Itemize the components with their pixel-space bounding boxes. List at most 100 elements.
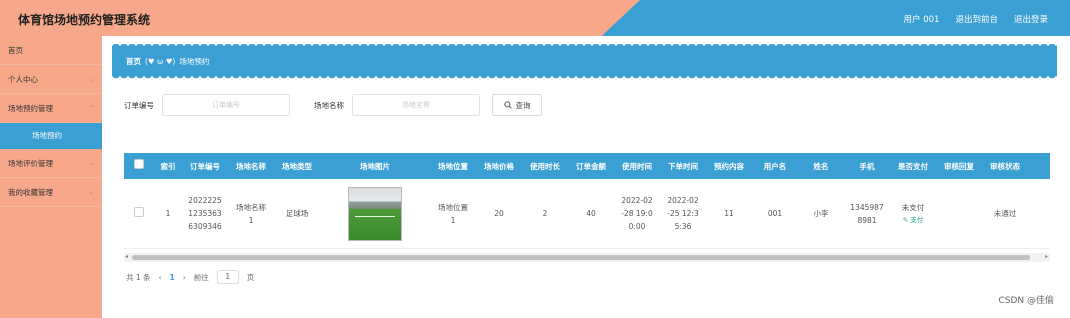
cell-status: 未通过 bbox=[993, 209, 1017, 218]
cell-use-time: 2022-02 -28 19:0 0:00 bbox=[614, 194, 660, 233]
cell-amount: 40 bbox=[586, 209, 596, 218]
cell-line: 场地位置 bbox=[438, 202, 468, 212]
pay-link[interactable]: ✎ 支付 bbox=[890, 214, 936, 227]
top-header: 体育馆场地预约管理系统 用户 001 退出到前台 退出登录 bbox=[0, 0, 1070, 36]
page-unit-label: 页 bbox=[246, 272, 255, 282]
cell-line: 2022-02 bbox=[667, 196, 699, 205]
total-count: 共 1 条 bbox=[126, 272, 151, 282]
cell-line: 1235363 bbox=[188, 209, 222, 218]
cell-line: 场地名称 bbox=[236, 202, 266, 212]
cell-line: 2022-02 bbox=[621, 196, 653, 205]
cell-venue-image bbox=[320, 186, 430, 241]
scroll-left-icon[interactable]: ◂ bbox=[125, 253, 128, 260]
paid-status: 未支付 bbox=[901, 202, 925, 212]
col-header: 使用时间 bbox=[622, 161, 652, 171]
booking-table: 索引 订单编号 场地名称 场地类型 场地图片 场地位置 场地价格 使用时长 订单… bbox=[124, 153, 1050, 249]
cell-line: 5:36 bbox=[674, 222, 692, 231]
col-header: 审核状态 bbox=[990, 161, 1020, 171]
col-header: 场地名称 bbox=[236, 161, 266, 171]
next-page-icon[interactable]: › bbox=[183, 273, 186, 282]
row-select-cell bbox=[124, 206, 154, 221]
sidebar: 首页 个人中心 ⌄ 场地预约管理 ⌃ 场地预约 场地评价管理 ⌄ 我的收藏管理 ⌄ bbox=[0, 36, 102, 318]
chevron-down-icon: ⌄ bbox=[88, 188, 94, 196]
search-button-label: 查询 bbox=[515, 100, 531, 110]
pay-link-label: 支付 bbox=[910, 215, 924, 224]
breadcrumb-emote: (♥ ω ♥) bbox=[145, 56, 176, 66]
cell-venue-name: 场地名称 1 bbox=[228, 201, 274, 227]
sidebar-item-favorites-management[interactable]: 我的收藏管理 ⌄ bbox=[0, 178, 102, 207]
sidebar-subitem-venue-booking[interactable]: 场地预约 bbox=[0, 123, 102, 149]
sidebar-item-home[interactable]: 首页 bbox=[0, 36, 102, 65]
col-header: 场地类型 bbox=[282, 161, 312, 171]
goto-page-input[interactable]: 1 bbox=[216, 270, 239, 284]
page-number[interactable]: 1 bbox=[170, 273, 175, 282]
goto-label: 前往 bbox=[193, 272, 209, 282]
sidebar-item-label: 首页 bbox=[8, 46, 23, 55]
cell-duration: 2 bbox=[542, 209, 548, 218]
col-header: 场地图片 bbox=[360, 161, 390, 171]
sidebar-item-label: 我的收藏管理 bbox=[8, 188, 53, 197]
col-header: 使用时长 bbox=[530, 161, 560, 171]
logout-link[interactable]: 退出登录 bbox=[1014, 13, 1048, 25]
chevron-up-icon: ⌃ bbox=[88, 104, 94, 112]
scroll-right-icon[interactable]: ▸ bbox=[1045, 253, 1048, 260]
horizontal-scrollbar[interactable]: ◂ ▸ bbox=[124, 253, 1050, 262]
col-header: 用户名 bbox=[763, 161, 787, 171]
col-header: 手机 bbox=[859, 161, 875, 171]
header-select-all[interactable] bbox=[124, 159, 154, 173]
sidebar-item-booking-management[interactable]: 场地预约管理 ⌃ bbox=[0, 94, 102, 123]
select-all-checkbox[interactable] bbox=[134, 159, 144, 169]
cell-line: 1 bbox=[248, 215, 254, 225]
cell-phone: 1345987 8981 bbox=[844, 201, 890, 227]
back-to-front-link[interactable]: 退出到前台 bbox=[955, 13, 998, 25]
search-icon bbox=[503, 101, 512, 109]
cell-line: 6309346 bbox=[188, 222, 222, 231]
breadcrumb-home[interactable]: 首页 bbox=[126, 56, 141, 67]
col-header: 订单金额 bbox=[576, 161, 606, 171]
col-header: 订单编号 bbox=[190, 161, 220, 171]
cell-content: 11 bbox=[724, 209, 734, 218]
cell-order-number: 2022225 1235363 6309346 bbox=[182, 194, 228, 233]
cell-line: 8981 bbox=[857, 215, 877, 225]
watermark: CSDN @佳偷 bbox=[998, 296, 1054, 306]
cell-line: -25 12:3 bbox=[667, 209, 699, 218]
scrollbar-thumb[interactable] bbox=[132, 255, 1030, 260]
col-header: 姓名 bbox=[813, 161, 829, 171]
cell-price: 20 bbox=[494, 209, 504, 218]
header-actions: 用户 001 退出到前台 退出登录 bbox=[904, 13, 1048, 25]
prev-page-icon[interactable]: ‹ bbox=[159, 273, 162, 282]
cell-line: 1345987 bbox=[850, 202, 884, 212]
chevron-down-icon: ⌄ bbox=[88, 75, 94, 83]
cell-line: 1 bbox=[450, 215, 456, 225]
sidebar-item-label: 场地预约管理 bbox=[8, 104, 53, 113]
col-header: 审核回复 bbox=[944, 161, 974, 171]
cell-location: 场地位置 1 bbox=[430, 201, 476, 227]
cell-venue-type: 足球场 bbox=[285, 209, 309, 218]
cell-order-time: 2022-02 -25 12:3 5:36 bbox=[660, 194, 706, 233]
col-header: 索引 bbox=[160, 161, 176, 171]
cell-paid: 未支付 ✎ 支付 bbox=[890, 201, 936, 227]
venue-name-label: 场地名称 bbox=[314, 100, 344, 110]
sidebar-item-personal-center[interactable]: 个人中心 ⌄ bbox=[0, 65, 102, 94]
sidebar-item-review-management[interactable]: 场地评价管理 ⌄ bbox=[0, 149, 102, 178]
chevron-down-icon: ⌄ bbox=[88, 159, 94, 167]
table-header: 索引 订单编号 场地名称 场地类型 场地图片 场地位置 场地价格 使用时长 订单… bbox=[124, 153, 1050, 179]
col-header: 场地位置 bbox=[438, 161, 468, 171]
col-header: 是否支付 bbox=[898, 161, 928, 171]
order-number-label: 订单编号 bbox=[124, 100, 154, 110]
col-header: 场地价格 bbox=[484, 161, 514, 171]
pagination: 共 1 条 ‹ 1 › 前往 1 页 bbox=[126, 270, 254, 284]
row-checkbox[interactable] bbox=[134, 206, 144, 217]
current-user: 用户 001 bbox=[903, 15, 940, 25]
search-bar: 订单编号 订单编号 场地名称 场地名称 查询 bbox=[124, 94, 542, 116]
venue-image[interactable] bbox=[348, 186, 402, 241]
venue-name-input[interactable]: 场地名称 bbox=[352, 94, 480, 116]
sidebar-item-label: 场地评价管理 bbox=[8, 159, 53, 168]
order-number-input[interactable]: 订单编号 bbox=[162, 94, 290, 116]
app-title: 体育馆场地预约管理系统 bbox=[18, 13, 151, 27]
cell-username: 001 bbox=[767, 209, 783, 218]
col-header: 预约内容 bbox=[714, 161, 744, 171]
cell-name: 小李 bbox=[813, 209, 829, 218]
breadcrumb: 首页 (♥ ω ♥) 场地预约 bbox=[112, 44, 1057, 80]
search-button[interactable]: 查询 bbox=[492, 94, 542, 116]
